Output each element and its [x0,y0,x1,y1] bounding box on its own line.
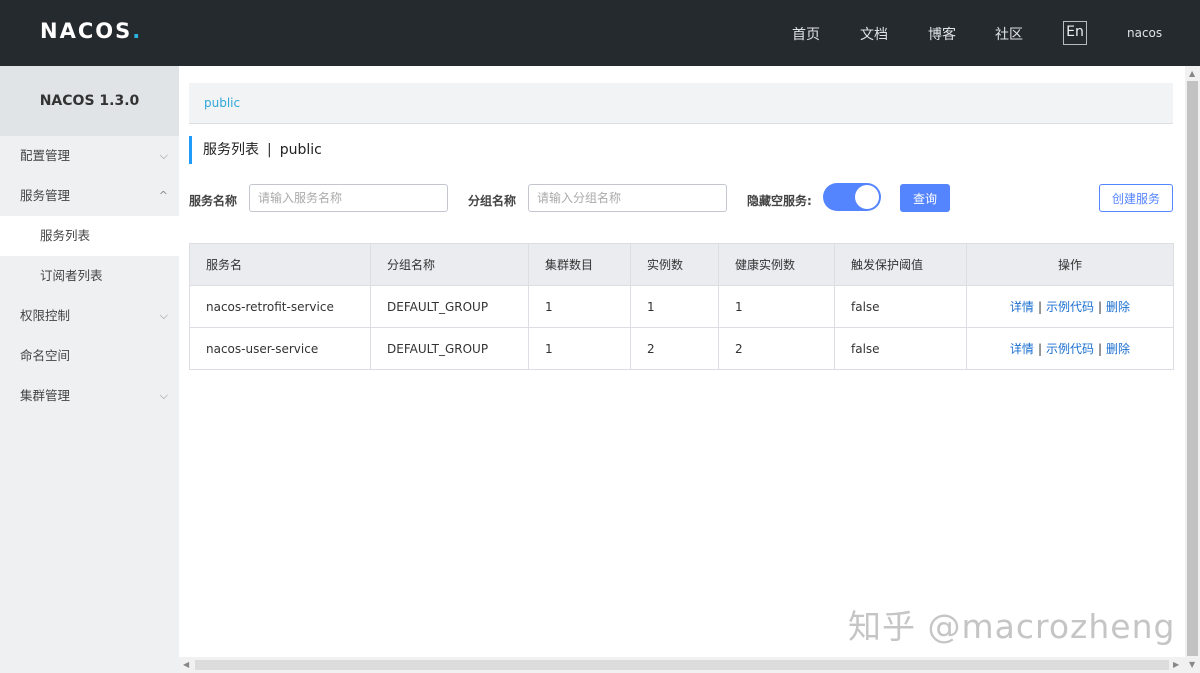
healthy-instance-count-cell: 2 [718,327,835,370]
column-header[interactable]: 服务名 [189,243,371,286]
nav-docs-link[interactable]: 文档 [860,24,888,44]
service-name-cell: nacos-user-service [189,327,371,370]
detail-link[interactable]: 详情 [1010,300,1034,314]
column-header[interactable]: 集群数目 [528,243,631,286]
detail-link[interactable]: 详情 [1010,342,1034,356]
sidebar-item-label: 服务管理 [20,188,71,203]
service-name-cell: nacos-retrofit-service [189,285,371,328]
instance-count-cell: 2 [630,327,719,370]
vertical-scroll-thumb[interactable] [1187,81,1198,656]
hide-empty-services-toggle[interactable] [823,183,881,211]
table-header-row: 服务名 分组名称 集群数目 实例数 健康实例数 触发保护阈值 操作 [189,243,1174,286]
sidebar-item-config-management[interactable]: 配置管理 ⌵ [0,136,179,176]
hide-empty-services-label: 隐藏空服务: [747,194,812,208]
delete-link[interactable]: 删除 [1106,342,1130,356]
vertical-scrollbar[interactable]: ▲ ▼ [1185,66,1200,673]
nacos-logo[interactable]: NACOS. [40,19,142,43]
sidebar-item-service-management[interactable]: 服务管理 ^ [0,176,179,216]
op-separator: | [1098,342,1103,356]
sidebar-item-service-list[interactable]: 服务列表 [0,216,179,256]
nav-blog-link[interactable]: 博客 [928,24,956,44]
sidebar-title: NACOS 1.3.0 [0,66,179,136]
protect-threshold-cell: false [834,327,967,370]
chevron-down-icon: ⌵ [159,149,168,162]
group-name-input[interactable] [528,184,727,212]
scroll-down-arrow-icon[interactable]: ▼ [1189,660,1195,669]
sidebar-item-subscriber-list[interactable]: 订阅者列表 [0,256,179,296]
page-title-namespace: public [279,142,322,158]
language-switch-button[interactable]: En [1063,21,1087,45]
title-separator: | [267,142,272,158]
scroll-left-arrow-icon[interactable]: ◀ [183,660,189,669]
delete-link[interactable]: 删除 [1106,300,1130,314]
healthy-instance-count-cell: 1 [718,285,835,328]
user-menu[interactable]: nacos [1127,26,1162,40]
sidebar-item-label: 权限控制 [20,308,71,323]
column-header[interactable]: 实例数 [630,243,719,286]
sidebar-item-namespace[interactable]: 命名空间 [0,336,179,376]
top-navbar: NACOS. 首页 文档 博客 社区 En nacos [0,0,1200,66]
cluster-count-cell: 1 [528,285,631,328]
op-separator: | [1098,300,1103,314]
column-header[interactable]: 分组名称 [370,243,529,286]
service-name-label: 服务名称 [189,194,238,208]
operations-cell: 详情 | 示例代码 | 删除 [966,285,1174,328]
namespace-tab-public[interactable]: public [204,96,240,110]
sample-code-link[interactable]: 示例代码 [1046,342,1094,356]
service-table: 服务名 分组名称 集群数目 实例数 健康实例数 触发保护阈值 操作 nacos-… [189,243,1174,370]
table-row: nacos-user-service DEFAULT_GROUP 1 2 2 f… [189,327,1174,370]
sidebar-item-label: 订阅者列表 [40,268,103,283]
scroll-up-arrow-icon[interactable]: ▲ [1189,69,1195,78]
scroll-right-arrow-icon[interactable]: ▶ [1173,660,1179,669]
sidebar-item-access-control[interactable]: 权限控制 ⌵ [0,296,179,336]
group-name-cell: DEFAULT_GROUP [370,285,529,328]
nav-community-link[interactable]: 社区 [995,24,1023,44]
create-service-button[interactable]: 创建服务 [1099,184,1173,212]
horizontal-scrollbar[interactable]: ◀ ▶ [179,657,1185,673]
toggle-knob [855,185,879,209]
nav-home-link[interactable]: 首页 [792,24,820,44]
sidebar-item-label: 命名空间 [20,348,71,363]
column-header[interactable]: 触发保护阈值 [834,243,967,286]
sidebar-item-cluster-management[interactable]: 集群管理 ⌵ [0,376,179,416]
operations-cell: 详情 | 示例代码 | 删除 [966,327,1174,370]
chevron-down-icon: ⌵ [159,389,168,402]
op-separator: | [1037,300,1042,314]
sidebar: NACOS 1.3.0 配置管理 ⌵ 服务管理 ^ 服务列表 订阅者列表 权限控… [0,66,179,673]
protect-threshold-cell: false [834,285,967,328]
sidebar-item-label: 配置管理 [20,148,71,163]
table-row: nacos-retrofit-service DEFAULT_GROUP 1 1… [189,285,1174,328]
service-name-input[interactable] [249,184,448,212]
page-title: 服务列表 | public [189,136,322,164]
namespace-breadcrumb: public [189,83,1173,124]
column-header: 操作 [966,243,1174,286]
horizontal-scroll-thumb[interactable] [195,660,1169,670]
page-title-text: 服务列表 [203,142,259,158]
query-button[interactable]: 查询 [900,184,950,212]
watermark: 知乎 @macrozheng [848,607,1176,646]
op-separator: | [1037,342,1042,356]
group-name-label: 分组名称 [468,194,517,208]
column-header[interactable]: 健康实例数 [718,243,835,286]
instance-count-cell: 1 [630,285,719,328]
chevron-up-icon: ^ [158,189,168,202]
chevron-down-icon: ⌵ [159,309,168,322]
cluster-count-cell: 1 [528,327,631,370]
group-name-cell: DEFAULT_GROUP [370,327,529,370]
sidebar-item-label: 集群管理 [20,388,71,403]
main-content: public 服务列表 | public 服务名称 分组名称 隐藏空服务: 查询 创… [179,66,1185,657]
sidebar-item-label: 服务列表 [40,228,91,243]
sample-code-link[interactable]: 示例代码 [1046,300,1094,314]
